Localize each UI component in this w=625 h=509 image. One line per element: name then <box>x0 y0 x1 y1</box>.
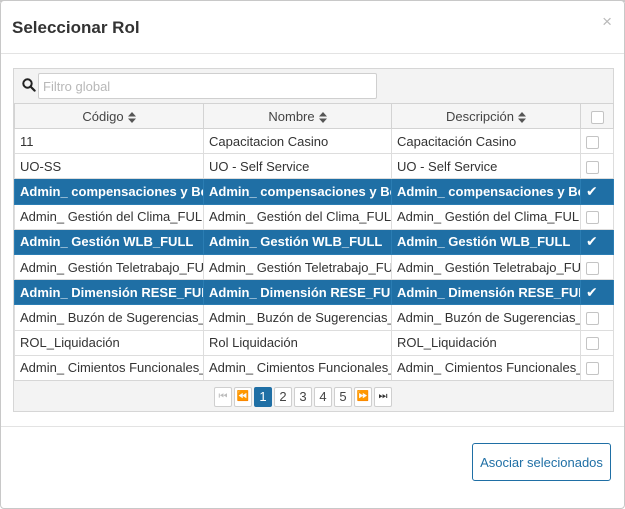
row-checkbox[interactable] <box>586 311 599 325</box>
sort-icon <box>127 111 136 123</box>
table-row[interactable]: Admin_ Gestión del Clima_FULL Admin_ Gest… <box>14 203 614 230</box>
table-row[interactable]: Admin_ Buzón de Sugerencias_F Admin_ Buzó… <box>14 304 614 331</box>
cell-codigo: 11 <box>14 127 204 155</box>
cell-descripcion: Admin_ compensaciones y Bene <box>391 178 581 205</box>
cell-descripcion: UO - Self Service <box>391 153 581 180</box>
cell-descripcion: Admin_ Gestión del Clima_FULL <box>391 203 581 230</box>
table-header-row: Código Nombre Descripción <box>14 103 614 129</box>
page-button[interactable]: 2 <box>274 387 292 407</box>
row-checkbox-cell <box>580 153 614 180</box>
row-checkbox[interactable] <box>586 362 599 376</box>
cell-nombre: Admin_ compensaciones y Bene <box>203 178 392 205</box>
select-all-checkbox[interactable] <box>590 110 604 124</box>
filter-bar <box>14 69 613 103</box>
cell-codigo: Admin_ Dimensión RESE_FULL <box>14 279 204 306</box>
cell-descripcion: Capacitación Casino <box>391 127 581 155</box>
cell-codigo: Admin_ Gestión WLB_FULL <box>14 228 204 255</box>
table-row[interactable]: UO-SS UO - Self Service UO - Self Service <box>14 153 614 180</box>
cell-descripcion: Admin_ Dimensión RESE_FULL <box>391 279 581 306</box>
cell-codigo: Admin_ Buzón de Sugerencias_F <box>14 304 204 331</box>
cell-descripcion: Admin_ Gestión Teletrabajo_FUL <box>391 253 581 281</box>
table-row[interactable]: Admin_ Dimensión RESE_FULL Admin_ Dimensi… <box>14 279 614 306</box>
table-body: 11 Capacitacion Casino Capacitación Casino… <box>14 127 614 381</box>
row-checkbox[interactable] <box>586 135 599 149</box>
cell-nombre: Admin_ Gestión del Clima_FULL <box>203 203 392 230</box>
cell-nombre: Admin_ Dimensión RESE_FULL <box>203 279 392 306</box>
cell-descripcion: ROL_Liquidación <box>391 329 581 356</box>
cell-codigo: Admin_ Cimientos Funcionales_F <box>14 354 204 381</box>
close-icon[interactable]: × <box>602 13 612 30</box>
first-page-button[interactable]: ⏮ <box>214 387 232 407</box>
search-icon <box>22 78 36 92</box>
row-checkbox-cell <box>580 253 614 281</box>
page-button[interactable]: 3 <box>294 387 312 407</box>
row-checkbox[interactable] <box>586 337 599 351</box>
prev-page-button[interactable]: ⏪ <box>234 387 252 407</box>
row-checkbox-cell <box>580 329 614 356</box>
last-page-button[interactable]: ⏭ <box>374 387 392 407</box>
page-button[interactable]: 5 <box>334 387 352 407</box>
pager-controls: ⏮ ⏪ 1 2 3 4 5 ⏩ ⏭ <box>214 387 392 407</box>
cell-nombre: Capacitacion Casino <box>203 127 392 155</box>
checkmark-icon[interactable]: ✔ <box>586 233 598 249</box>
table-row[interactable]: Admin_ Cimientos Funcionales_F Admin_ Cim… <box>14 354 614 381</box>
row-checkbox[interactable] <box>586 160 599 174</box>
row-checkbox[interactable] <box>586 211 599 225</box>
row-checkbox-cell <box>580 127 614 155</box>
column-header-nombre[interactable]: Nombre <box>203 103 392 129</box>
row-checkbox-cell <box>580 304 614 331</box>
column-label: Nombre <box>268 108 315 124</box>
cell-descripcion: Admin_ Gestión WLB_FULL <box>391 228 581 255</box>
column-header-codigo[interactable]: Código <box>14 103 204 129</box>
sort-icon <box>318 111 327 123</box>
checkmark-icon[interactable]: ✔ <box>586 284 598 300</box>
cell-nombre: Admin_ Buzón de Sugerencias_F <box>203 304 392 331</box>
dialog-header: Seleccionar Rol × <box>1 1 624 54</box>
cell-codigo: Admin_ Gestión del Clima_FULL <box>14 203 204 230</box>
column-header-descripcion[interactable]: Descripción <box>391 103 581 129</box>
cell-nombre: UO - Self Service <box>203 153 392 180</box>
select-all-checkbox-cell <box>580 103 614 129</box>
cell-nombre: Admin_ Cimientos Funcionales_F <box>203 354 392 381</box>
cell-codigo: Admin_ Gestión Teletrabajo_FUL <box>14 253 204 281</box>
associate-selected-button[interactable]: Asociar selecionados <box>472 443 611 481</box>
roles-grid: Código Nombre Descripción 11Capacitacion… <box>13 68 614 412</box>
cell-codigo: ROL_Liquidación <box>14 329 204 356</box>
checkmark-icon[interactable]: ✔ <box>586 183 598 199</box>
table-row[interactable]: Admin_ Gestión Teletrabajo_FUL Admin_ Ges… <box>14 253 614 281</box>
page-button[interactable]: 1 <box>254 387 272 407</box>
cell-descripcion: Admin_ Buzón de Sugerencias_F <box>391 304 581 331</box>
table-row[interactable]: ROL_Liquidación Rol Liquidación ROL_Liquid… <box>14 329 614 356</box>
global-filter-input[interactable] <box>38 73 377 99</box>
paginator: ⏮ ⏪ 1 2 3 4 5 ⏩ ⏭ <box>14 380 613 411</box>
table-row[interactable]: Admin_ Gestión WLB_FULL Admin_ Gestión WL… <box>14 228 614 255</box>
select-role-dialog: Seleccionar Rol × Filtro global Código N… <box>0 0 625 509</box>
cell-codigo: Admin_ compensaciones y Bene <box>14 178 204 205</box>
row-checkbox[interactable] <box>586 261 599 275</box>
row-checkbox-cell: ✔ <box>580 228 614 255</box>
footer-divider <box>1 426 624 427</box>
page: Seleccionar Rol × Filtro global Código N… <box>0 0 625 509</box>
column-label: Descripción <box>446 108 514 124</box>
cell-codigo: UO-SS <box>14 153 204 180</box>
next-page-button[interactable]: ⏩ <box>354 387 372 407</box>
table-row[interactable]: 11 Capacitacion Casino Capacitación Casino <box>14 127 614 155</box>
cell-nombre: Admin_ Gestión WLB_FULL <box>203 228 392 255</box>
sort-icon <box>517 111 526 123</box>
row-checkbox-cell: ✔ <box>580 178 614 205</box>
roles-table: Código Nombre Descripción 11 Capacitacion… <box>14 103 614 381</box>
cell-nombre: Rol Liquidación <box>203 329 392 356</box>
cell-nombre: Admin_ Gestión Teletrabajo_FUL <box>203 253 392 281</box>
table-row[interactable]: Admin_ compensaciones y Bene Admin_ compe… <box>14 178 614 205</box>
dialog-title: Seleccionar Rol <box>12 18 140 37</box>
page-button[interactable]: 4 <box>314 387 332 407</box>
column-label: Código <box>82 108 124 124</box>
row-checkbox-cell <box>580 354 614 381</box>
row-checkbox-cell: ✔ <box>580 279 614 306</box>
row-checkbox-cell <box>580 203 614 230</box>
cell-descripcion: Admin_ Cimientos Funcionales_F <box>391 354 581 381</box>
